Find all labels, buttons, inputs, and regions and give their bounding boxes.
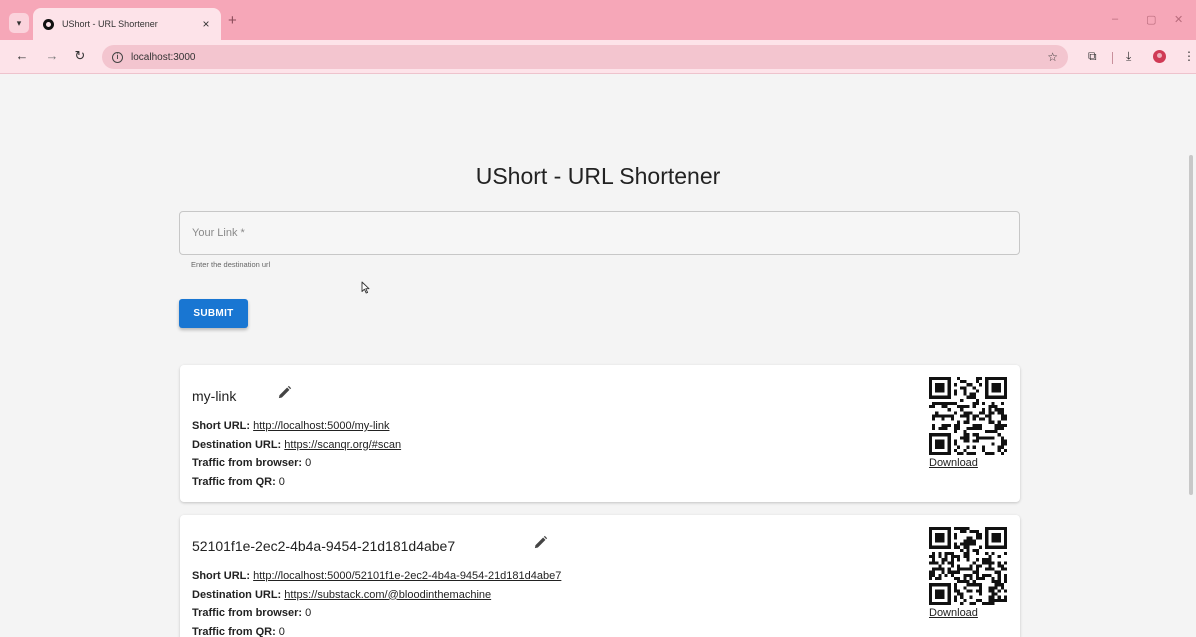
browser-traffic-label: Traffic from browser: — [192, 607, 303, 619]
short-url-link[interactable]: http://localhost:5000/my-link — [253, 420, 389, 432]
browser-traffic-label: Traffic from browser: — [192, 457, 303, 469]
favicon-icon — [43, 18, 54, 30]
browser-tab-active[interactable]: UShort - URL Shortener × — [33, 8, 221, 40]
link-details: Short URL: http://localhost:5000/my-link… — [192, 417, 401, 491]
puzzle-icon[interactable]: ⧉ — [1088, 49, 1097, 64]
short-url-label: Short URL: — [192, 570, 251, 582]
kebab-menu-icon[interactable]: ⋮ — [1183, 49, 1195, 63]
destination-url-link[interactable]: https://scanqr.org/#scan — [284, 439, 401, 451]
destination-url-label: Destination URL: — [192, 438, 282, 451]
browser-traffic-count: 0 — [305, 607, 312, 619]
link-helper-text: Enter the destination url — [191, 260, 271, 269]
info-icon[interactable]: i — [112, 51, 123, 63]
new-tab-button[interactable]: + — [228, 13, 237, 29]
download-qr-link[interactable]: Download — [929, 607, 978, 619]
your-link-input[interactable] — [179, 211, 1020, 255]
page-title: UShort - URL Shortener — [475, 163, 721, 189]
pencil-icon[interactable] — [277, 385, 292, 400]
short-url-link[interactable]: http://localhost:5000/52101f1e-2ec2-4b4a… — [253, 570, 561, 582]
page-content: UShort - URL Shortener Enter the destina… — [0, 75, 1196, 637]
link-details: Short URL: http://localhost:5000/52101f1… — [192, 567, 561, 637]
qr-traffic-count: 0 — [278, 475, 285, 488]
short-url-label: Short URL: — [192, 420, 251, 432]
qr-code-icon — [929, 527, 1007, 605]
qr-traffic-label: Traffic from QR: — [192, 625, 276, 637]
pencil-icon[interactable] — [533, 535, 548, 550]
download-qr-link[interactable]: Download — [929, 457, 978, 469]
chevron-down-icon[interactable]: ▾ — [9, 13, 29, 33]
qr-code-icon — [929, 377, 1007, 455]
browser-tab-bar: ▾ UShort - URL Shortener × + – ▢ ✕ — [0, 0, 1196, 40]
restore-icon[interactable]: ▢ — [1146, 13, 1156, 26]
page-scrollbar[interactable] — [1189, 155, 1193, 495]
arrow-left-icon[interactable]: ← — [14, 48, 30, 64]
toolbar-divider — [1112, 52, 1113, 64]
arrow-right-icon[interactable]: → — [44, 48, 60, 64]
link-card: my-link Short URL: http://localhost:5000… — [180, 365, 1020, 502]
star-icon[interactable]: ☆ — [1047, 50, 1058, 64]
link-slug: my-link — [192, 388, 237, 404]
tab-title: UShort - URL Shortener — [62, 19, 158, 29]
reload-icon[interactable]: ↻ — [72, 48, 88, 64]
download-icon[interactable]: ⤓ — [1126, 49, 1131, 64]
browser-toolbar: ← → ↻ i localhost:3000 ☆ ⧉ ⤓ ⋮ — [0, 40, 1196, 74]
qr-traffic-label: Traffic from QR: — [192, 475, 276, 488]
link-card: 52101f1e-2ec2-4b4a-9454-21d181d4abe7 Sho… — [180, 515, 1020, 637]
address-bar[interactable]: i localhost:3000 ☆ — [102, 45, 1068, 69]
close-window-icon[interactable]: ✕ — [1174, 13, 1183, 26]
submit-button[interactable]: SUBMIT — [179, 299, 248, 328]
address-bar-url[interactable]: localhost:3000 — [131, 52, 1047, 63]
browser-traffic-count: 0 — [305, 457, 312, 469]
destination-url-label: Destination URL: — [192, 588, 282, 601]
close-tab-icon[interactable]: × — [199, 17, 213, 31]
profile-icon[interactable] — [1153, 50, 1166, 63]
qr-traffic-count: 0 — [278, 625, 285, 637]
minimize-icon[interactable]: – — [1112, 13, 1118, 25]
link-slug: 52101f1e-2ec2-4b4a-9454-21d181d4abe7 — [192, 538, 456, 554]
destination-url-link[interactable]: https://substack.com/@bloodinthemachine — [284, 589, 491, 601]
mouse-cursor-icon — [361, 281, 370, 294]
